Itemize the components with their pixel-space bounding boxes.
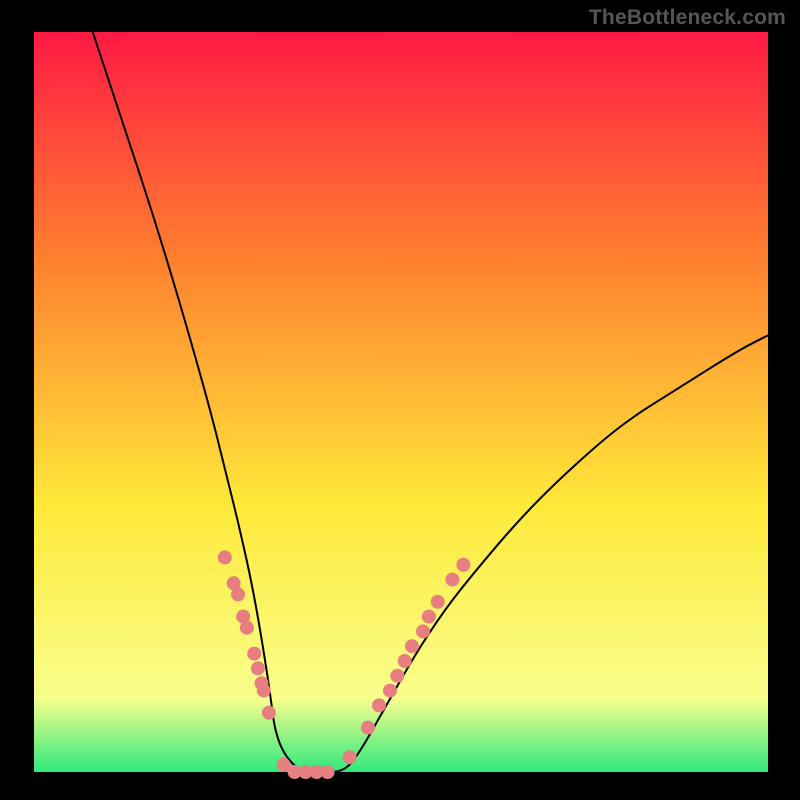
curve-marker (383, 684, 397, 698)
curve-marker (321, 765, 335, 779)
curve-marker (361, 721, 375, 735)
curve-marker (416, 624, 430, 638)
chart-container: TheBottleneck.com (0, 0, 800, 800)
curve-marker (390, 669, 404, 683)
curve-marker (456, 558, 470, 572)
curve-marker (431, 595, 445, 609)
curve-marker (231, 587, 245, 601)
curve-marker (262, 706, 276, 720)
bottleneck-chart (0, 0, 800, 800)
watermark-text: TheBottleneck.com (589, 6, 786, 30)
curve-marker (257, 684, 271, 698)
curve-marker (372, 698, 386, 712)
curve-marker (240, 621, 254, 635)
curve-marker (218, 550, 232, 564)
curve-marker (422, 610, 436, 624)
curve-marker (445, 573, 459, 587)
curve-marker (405, 639, 419, 653)
curve-marker (398, 654, 412, 668)
curve-marker (251, 661, 265, 675)
curve-marker (247, 647, 261, 661)
curve-marker (343, 750, 357, 764)
